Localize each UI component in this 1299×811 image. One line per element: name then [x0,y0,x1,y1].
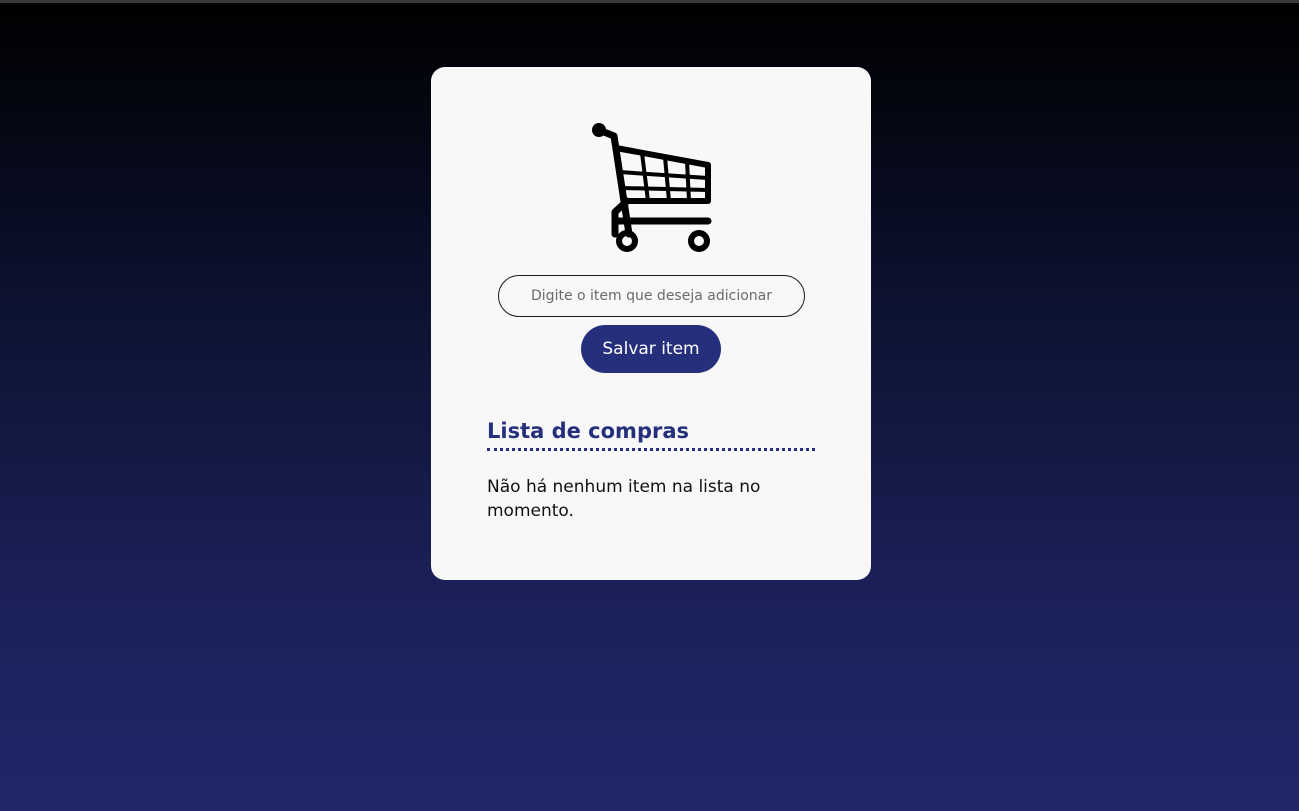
item-input[interactable] [498,275,805,317]
empty-list-message: Não há nenhum item na lista no momento. [487,477,761,521]
save-item-button[interactable]: Salvar item [581,325,721,373]
list-title: Lista de compras [487,417,815,451]
shopping-cart-icon [592,123,712,252]
shopping-list-card: Salvar item Lista de compras Não há nenh… [431,67,871,580]
window-top-border [0,0,1299,3]
